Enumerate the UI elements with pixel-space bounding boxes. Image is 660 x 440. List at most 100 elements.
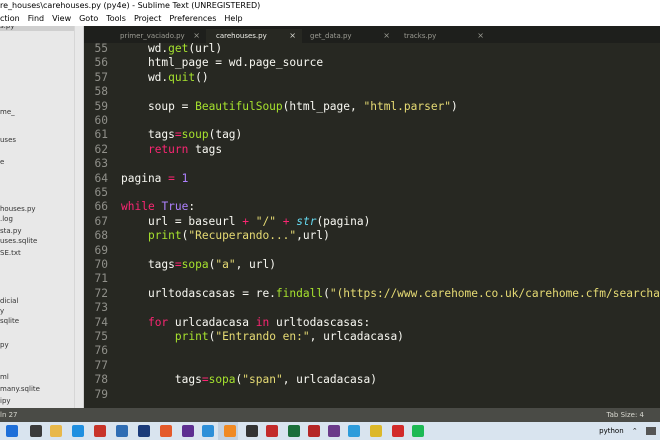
sublime-icon[interactable] — [224, 425, 236, 437]
sidebar-scrollbar[interactable] — [74, 26, 83, 408]
line-number-gutter: 55 56 57 58 59 60 61 62 63 64 65 66 67 68 69 70 71 72 73 74… — [84, 43, 118, 408]
sidebar-item[interactable]: uses — [0, 135, 16, 145]
code-line[interactable]: while True: — [121, 200, 195, 214]
line-number: 63 — [94, 157, 108, 171]
app-icon-5[interactable] — [246, 425, 258, 437]
sidebar-item[interactable]: many.sqlite — [0, 384, 40, 394]
app-icon-6[interactable] — [266, 425, 278, 437]
tab-primer-vaciado[interactable]: primer_vaciado.py × — [110, 29, 206, 43]
sidebar-item[interactable]: py — [0, 340, 9, 350]
code-token: "Entrando en:" — [215, 330, 310, 343]
line-number: 79 — [94, 387, 108, 401]
code-line[interactable]: tags=sopa("a", url) — [121, 258, 276, 272]
code-line[interactable]: urltodascasas = re.findall("(https://www… — [121, 287, 660, 301]
code-line[interactable]: soup = BeautifulSoup(html_page, "html.pa… — [121, 100, 458, 114]
start-icon[interactable] — [6, 425, 18, 437]
menu-item-view[interactable]: View — [48, 12, 75, 26]
code-line[interactable]: wd.quit() — [121, 71, 209, 85]
tab-size-indicator[interactable]: Tab Size: 4 — [607, 408, 644, 422]
menu-item-preferences[interactable]: Preferences — [165, 12, 220, 26]
close-icon[interactable]: × — [289, 29, 296, 43]
code-token: for — [147, 315, 169, 329]
window-title: re_houses\carehouses.py (py4e) - Sublime… — [0, 1, 261, 10]
code-line[interactable]: url = baseurl + "/" + str(pagina) — [121, 215, 370, 229]
code-line[interactable]: return tags — [121, 143, 222, 157]
line-number: 57 — [94, 70, 108, 84]
app-icon-8[interactable] — [328, 425, 340, 437]
opera-icon[interactable] — [392, 425, 404, 437]
line-number: 78 — [94, 373, 108, 387]
sidebar-item[interactable]: dicial — [0, 296, 18, 306]
pdf-icon[interactable] — [94, 425, 106, 437]
menu-item-help[interactable]: Help — [220, 12, 246, 26]
tab-get-data[interactable]: get_data.py × — [300, 29, 396, 43]
sidebar-item[interactable]: e — [0, 157, 4, 167]
chrome-icon[interactable] — [370, 425, 382, 437]
search-icon[interactable] — [30, 425, 42, 437]
sidebar-item[interactable]: SE.txt — [0, 248, 21, 258]
line-number: 74 — [94, 315, 108, 329]
code-line[interactable]: for urlcadacasa in urltodascasas: — [121, 316, 370, 330]
sidebar-item[interactable]: sta.py — [0, 226, 22, 236]
code-line[interactable]: pagina = 1 — [121, 172, 188, 186]
python-label[interactable]: python — [599, 422, 624, 440]
app-icon-3[interactable] — [160, 425, 172, 437]
chevron-up-icon[interactable]: ⌃ — [632, 422, 638, 440]
code-token: = — [174, 258, 182, 271]
code-editor[interactable]: 55 56 57 58 59 60 61 62 63 64 65 66 67 68 69 70 71 72 73 74… — [84, 43, 660, 408]
code-line[interactable]: html_page = wd.page_source — [121, 56, 323, 70]
sidebar-item[interactable]: sqlite — [0, 316, 19, 326]
vscode-icon[interactable] — [202, 425, 214, 437]
code-token: = — [201, 373, 209, 387]
menu-item-tools[interactable]: Tools — [102, 12, 130, 26]
close-icon[interactable]: × — [383, 29, 390, 43]
edge-icon[interactable] — [72, 425, 84, 437]
sidebar-item[interactable]: ipy — [0, 396, 11, 406]
code-token: = — [174, 128, 182, 142]
code-area[interactable]: wd.get(url) html_page = wd.page_source w… — [121, 43, 660, 408]
code-token: = — [168, 171, 175, 185]
menu-item-project[interactable]: Project — [130, 12, 165, 26]
code-line[interactable]: wd.get(url) — [121, 43, 222, 56]
sidebar-file-tree: s.py me_uses e houses.py .log sta.py uses.sqli… — [0, 26, 84, 408]
app-icon-1[interactable] — [116, 425, 128, 437]
network-icon[interactable] — [646, 427, 656, 435]
app-icon-7[interactable] — [288, 425, 300, 437]
code-line[interactable]: tags=soup(tag) — [121, 128, 242, 142]
sidebar-item[interactable]: me_ — [0, 107, 15, 117]
code-token: "html.parser" — [363, 99, 452, 113]
sidebar-item[interactable]: .log — [0, 214, 13, 224]
code-line[interactable]: tags=sopa("span", urlcadacasa) — [121, 373, 377, 387]
sidebar-item[interactable]: houses.py — [0, 204, 36, 214]
sidebar-item[interactable]: s.py — [0, 26, 74, 31]
app-icon-4[interactable] — [182, 425, 194, 437]
menu-item-find[interactable]: Find — [24, 12, 48, 26]
sidebar-item[interactable]: ml — [0, 372, 9, 382]
close-icon[interactable]: × — [477, 29, 484, 43]
tab-carehouses[interactable]: carehouses.py × — [206, 29, 302, 43]
code-token: quit — [168, 70, 196, 84]
tab-label: tracks.py — [404, 32, 437, 40]
code-line[interactable]: print("Recuperando...",url) — [121, 229, 330, 243]
app-icon-9[interactable] — [348, 425, 360, 437]
sidebar-item[interactable]: y — [0, 306, 4, 316]
close-icon[interactable]: × — [193, 29, 200, 43]
code-token: return — [147, 142, 189, 156]
code-token: "/" — [255, 214, 276, 228]
tab-tracks[interactable]: tracks.py × — [394, 29, 490, 43]
spotify-icon[interactable] — [412, 425, 424, 437]
filezilla-icon[interactable] — [308, 425, 320, 437]
menu-item-goto[interactable]: Goto — [75, 12, 102, 26]
code-line[interactable]: print("Entrando en:", urlcadacasa) — [121, 330, 404, 344]
file-explorer-icon[interactable] — [50, 425, 62, 437]
app-icon-2[interactable] — [138, 425, 150, 437]
window-title-bar: re_houses\carehouses.py (py4e) - Sublime… — [0, 0, 660, 12]
menu-item-selection[interactable]: ction — [0, 12, 24, 26]
sidebar-item[interactable]: uses.sqlite — [0, 236, 37, 246]
code-token: (pagina) — [316, 214, 371, 228]
tab-label: primer_vaciado.py — [120, 32, 185, 40]
code-token: ) — [451, 99, 458, 113]
